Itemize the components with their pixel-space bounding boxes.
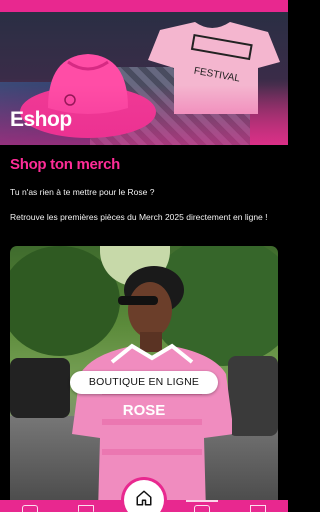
jersey-print-text: ROSE — [123, 402, 166, 419]
intro-text-line-1: Tu n'as rien à te mettre pour le Rose ? — [10, 187, 155, 197]
home-icon — [136, 490, 152, 506]
ticket-icon[interactable] — [194, 505, 210, 512]
photo-car-right — [228, 356, 278, 436]
section-title: Shop ton merch — [10, 156, 120, 173]
intro-text-line-2: Retrouve les premières pièces du Merch 2… — [10, 212, 268, 222]
hero-banner: FESTIVAL Eshop — [0, 12, 288, 145]
online-shop-button[interactable]: BOUTIQUE EN LIGNE — [70, 371, 218, 394]
home-button[interactable] — [124, 480, 164, 512]
menu-icon[interactable] — [250, 505, 266, 512]
profile-icon[interactable] — [22, 505, 38, 512]
page-title: Eshop — [10, 108, 72, 131]
merch-photo: ROSE BOUTIQUE EN LIGNE — [10, 246, 278, 506]
nav-active-indicator — [186, 500, 218, 502]
mail-icon[interactable] — [78, 505, 94, 512]
photo-car-left — [10, 358, 70, 418]
status-bar-strip — [0, 0, 288, 12]
